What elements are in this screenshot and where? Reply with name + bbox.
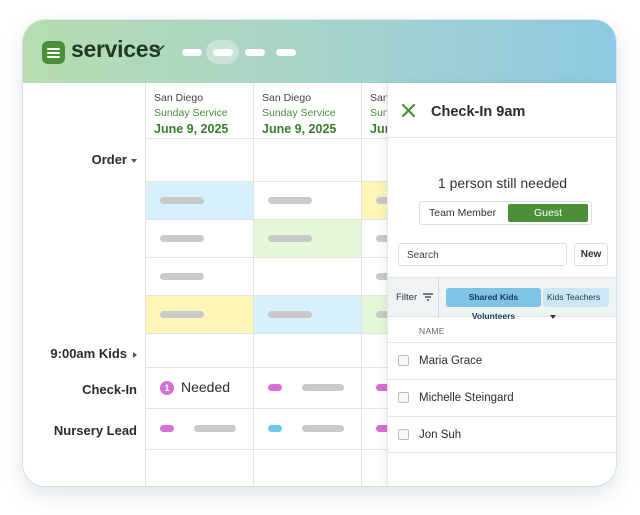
order-cell[interactable] [146,296,253,333]
close-icon[interactable] [401,103,416,118]
nav-item-2[interactable] [213,49,233,56]
guest-option[interactable]: Guest [508,204,588,222]
panel-title: Check-In 9am [431,104,526,120]
checkin-cell[interactable] [254,368,361,408]
nav-item-4[interactable] [276,49,296,56]
name-column-header: NAME [419,326,445,336]
panel-header: Check-In 9am [388,83,616,138]
nav-item-1[interactable] [182,49,202,56]
checkin-cell[interactable]: 1 Needed [146,368,253,408]
checkin-side-panel: Check-In 9am 1 person still needed Team … [387,83,616,486]
person-row[interactable]: Maria Grace [388,342,616,379]
column-header-2[interactable]: San Diego Sunday Service June 9, 2025 [253,83,361,138]
row-labels: Order 9:00am Kids Check-In Nursery Lead [23,83,145,486]
kids-label[interactable]: 9:00am Kids [50,346,137,361]
column-header-1[interactable]: San Diego Sunday Service June 9, 2025 [145,83,253,138]
person-name: Jon Suh [419,429,462,441]
column-city: San Diego [154,92,204,104]
filter-icon[interactable] [423,293,433,301]
nursery-lead-label: Nursery Lead [53,423,137,438]
chevron-down-icon[interactable] [154,44,165,52]
new-button[interactable]: New [574,243,608,266]
team-member-option[interactable]: Team Member [429,207,496,219]
filter-button[interactable]: Filter [396,292,417,303]
filter-chip-shared-kids[interactable]: Shared Kids Volunteers [446,288,541,321]
needed-count-badge: 1 [160,381,174,395]
column-date: June 9, 2025 [154,122,229,136]
order-cell[interactable] [146,182,253,219]
filter-chip-kids-teachers[interactable]: Kids Teachers [543,288,609,319]
app-window: services Order 9:00am Kids Check-In Nurs… [23,20,616,486]
kids-label-text: 9:00am Kids [50,346,127,361]
column-city: San Diego [262,92,312,104]
person-checkbox[interactable] [398,355,409,366]
nursery-cell[interactable] [146,409,253,449]
member-guest-toggle: Team Member Guest [419,201,592,225]
order-cell[interactable] [146,258,253,295]
order-label[interactable]: Order [92,152,137,167]
person-name: Maria Grace [419,355,483,367]
order-cell[interactable] [254,182,361,219]
column-service: Sunday Service [262,107,336,119]
person-name: Michelle Steingard [419,392,514,404]
column-date: June 9, 2025 [262,122,337,136]
filter-bar: Filter Shared Kids Volunteers Kids Teach… [388,277,616,321]
top-bar: services [23,20,616,83]
caret-right-icon [133,351,137,358]
person-checkbox[interactable] [398,429,409,440]
checkin-label: Check-In [82,382,137,397]
order-cell[interactable] [254,258,361,295]
column-service: Sunday Service [154,107,228,119]
people-needed-status: 1 person still needed [437,175,568,191]
chip-label: Kids Teachers [547,292,601,302]
nav-item-3[interactable] [245,49,265,56]
app-name[interactable]: services [71,36,161,63]
order-cell[interactable] [146,220,253,257]
needed-label: Needed [181,379,231,395]
caret-down-icon [550,314,556,319]
person-row[interactable]: Michelle Steingard [388,379,616,416]
person-checkbox[interactable] [398,392,409,403]
order-label-text: Order [91,152,127,167]
search-input[interactable]: Search [398,243,567,266]
order-cell[interactable] [254,220,361,257]
nursery-cell[interactable] [254,409,361,449]
caret-down-icon [131,158,137,163]
order-cell[interactable] [254,296,361,333]
person-row[interactable]: Jon Suh [388,416,616,453]
services-logo-icon [42,41,65,64]
